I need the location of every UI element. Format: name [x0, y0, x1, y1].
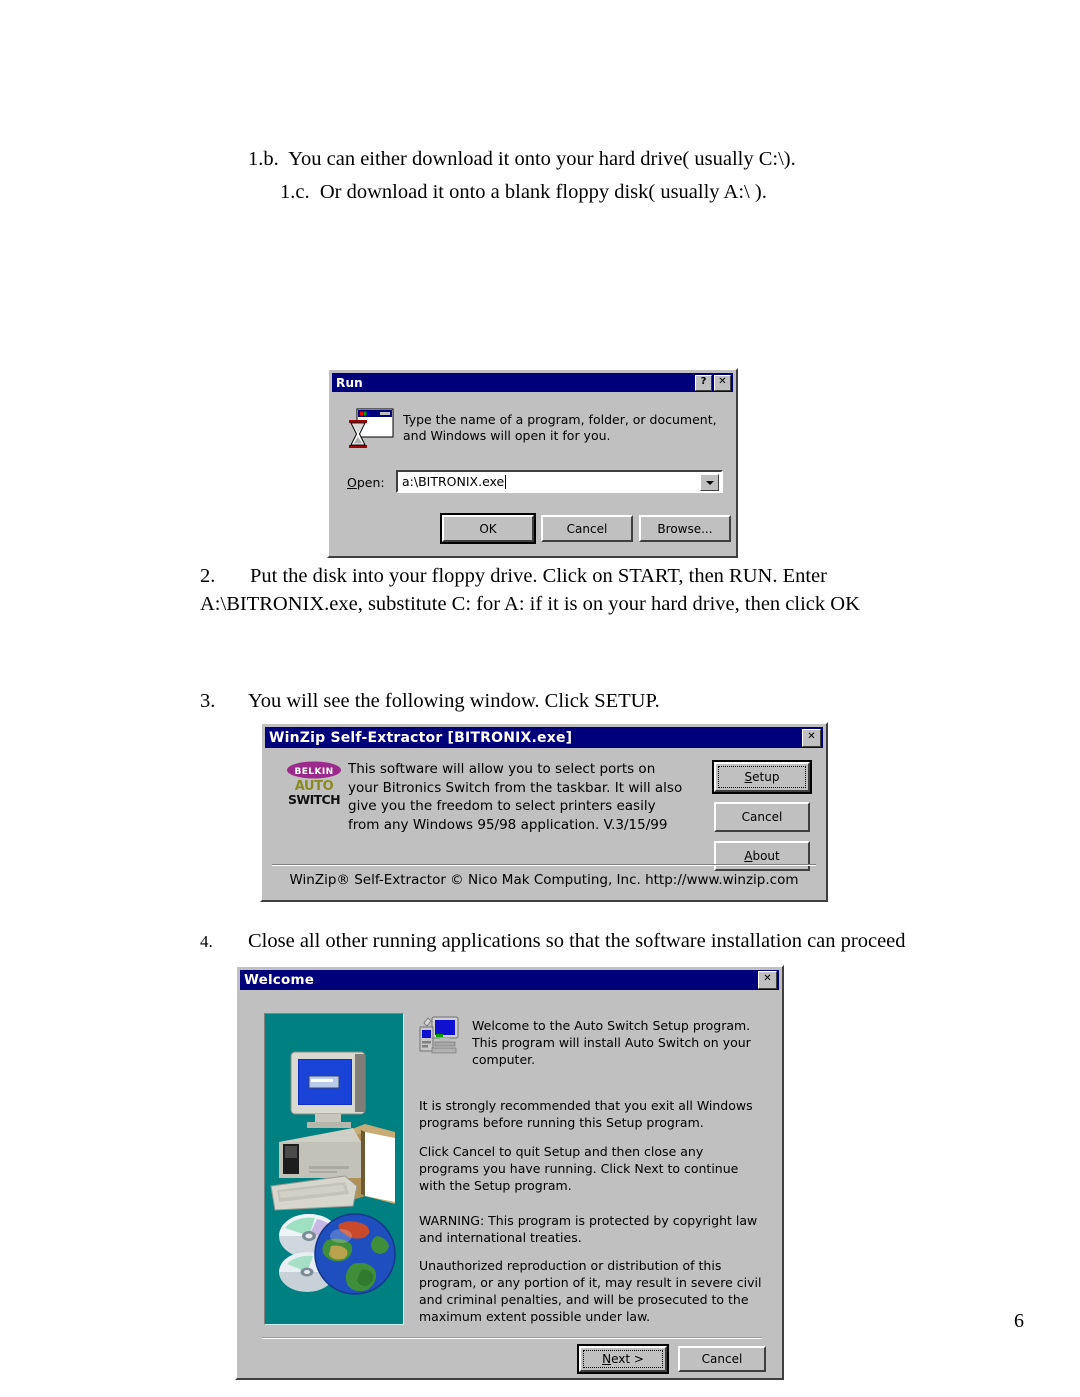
winzip-titlebar: WinZip Self-Extractor [BITRONIX.exe] ✕ [265, 727, 823, 748]
step-2-number: 2. [200, 565, 216, 587]
setup-button-label-rest: etup [752, 770, 780, 784]
welcome-titlebar: Welcome ✕ [240, 970, 779, 990]
cancel-button[interactable]: Cancel [541, 515, 633, 542]
step-2: 2. Put the disk into your floppy drive. C… [200, 562, 960, 618]
cancel-button-label: Cancel [566, 521, 608, 536]
run-hourglass-window-icon [349, 408, 394, 448]
step-2-text: Put the disk into your floppy drive. Cli… [200, 565, 860, 615]
open-input-value[interactable]: a:\BITRONIX.exe [398, 474, 504, 489]
winzip-description: This software will allow you to select p… [348, 761, 683, 833]
winzip-footer: WinZip® Self-Extractor © Nico Mak Comput… [289, 872, 799, 888]
divider [262, 1337, 762, 1339]
step-3-text: You will see the following window. Click… [248, 690, 660, 712]
about-button-label: About [744, 849, 780, 863]
winzip-cancel-button-label: Cancel [741, 810, 783, 824]
winzip-dialog-title: WinZip Self-Extractor [BITRONIX.exe] [269, 729, 573, 746]
welcome-titlebar-buttons: ✕ [758, 971, 777, 989]
close-icon[interactable]: ✕ [714, 374, 731, 391]
svg-text:SWITCH: SWITCH [288, 792, 340, 807]
setup-button[interactable]: Setup [712, 760, 812, 794]
winzip-cancel-button[interactable]: Cancel [714, 802, 810, 832]
about-button[interactable]: About [714, 841, 810, 871]
step-4-text: Close all other running applications so … [248, 930, 906, 952]
run-dialog-prompt: Type the name of a program, folder, or d… [403, 412, 717, 443]
run-dialog-titlebar-buttons: ? ✕ [695, 374, 731, 391]
ok-button[interactable]: OK [440, 513, 536, 544]
divider [272, 864, 816, 866]
instruction-line-1c: 1.c. Or download it onto a blank floppy … [280, 181, 767, 203]
step-3: 3. You will see the following window. Cli… [200, 687, 960, 715]
setup-artwork-panel [264, 1013, 404, 1325]
welcome-setup-dialog: Welcome ✕ Welcome to the Auto Switch Set… [235, 965, 784, 1380]
setup-computer-icon [419, 1016, 459, 1054]
tower-icon [279, 1128, 361, 1178]
welcome-heading-text: Welcome to the Auto Switch Setup program… [472, 1018, 751, 1067]
close-icon[interactable]: ✕ [802, 728, 821, 747]
step-3-number: 3. [200, 690, 216, 712]
next-button-label-rest: ext > [611, 1352, 644, 1366]
open-combobox[interactable]: a:\BITRONIX.exe [396, 470, 723, 493]
run-dialog-titlebar: Run ? ✕ [332, 373, 733, 392]
welcome-cancel-button-label: Cancel [701, 1352, 743, 1366]
step-4: 4. Close all other running applications s… [200, 927, 980, 956]
about-button-label-rest: bout [752, 849, 780, 863]
open-label: Open: [347, 475, 385, 490]
text-caret [505, 474, 507, 489]
welcome-paragraph-1: It is strongly recommended that you exit… [419, 1098, 753, 1130]
welcome-cancel-button[interactable]: Cancel [678, 1346, 766, 1372]
globe-icon [314, 1213, 396, 1295]
open-label-rest: pen: [356, 475, 385, 490]
page-number: 6 [1014, 1310, 1024, 1332]
run-dialog-title: Run [336, 375, 363, 390]
next-button-label: Next > [602, 1352, 644, 1366]
help-icon[interactable]: ? [695, 374, 712, 391]
browse-button[interactable]: Browse... [639, 515, 731, 542]
keyboard-icon [270, 1175, 358, 1211]
instruction-line-1b: 1.b. You can either download it onto you… [248, 148, 796, 170]
next-button[interactable]: Next > [577, 1344, 669, 1374]
chevron-down-icon[interactable] [700, 474, 719, 491]
close-icon[interactable]: ✕ [758, 971, 777, 989]
welcome-paragraph-2: Click Cancel to quit Setup and then clos… [419, 1144, 739, 1193]
browse-button-label: Browse... [657, 521, 713, 536]
setup-button-label: Setup [744, 770, 780, 784]
ok-button-label: OK [479, 521, 497, 536]
run-dialog: Run ? ✕ Type the name of a program, fold… [327, 368, 738, 558]
welcome-warning-paragraph: WARNING: This program is protected by co… [419, 1213, 758, 1245]
monitor-icon [290, 1051, 366, 1128]
computer-cd-globe-artwork [270, 1051, 396, 1295]
welcome-dialog-title: Welcome [244, 972, 315, 988]
svg-text:BELKIN: BELKIN [295, 767, 334, 777]
belkin-auto-switch-logo: BELKIN AUTO SWITCH [287, 761, 341, 807]
winzip-self-extractor-dialog: WinZip Self-Extractor [BITRONIX.exe] ✕ B… [260, 722, 828, 902]
step-4-number: 4. [200, 932, 213, 951]
welcome-legal-paragraph: Unauthorized reproduction or distributio… [419, 1258, 762, 1324]
winzip-titlebar-buttons: ✕ [802, 728, 821, 747]
